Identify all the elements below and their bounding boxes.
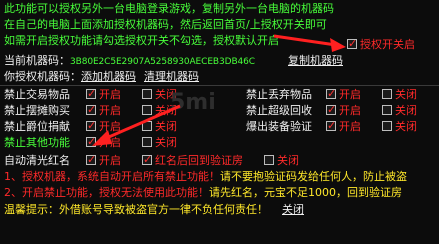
info-line-1: 此功能可以授权另外一台电脑登录游戏，复制另外一台电脑的机器码 <box>4 2 334 15</box>
option-recycle-off-label: 关闭 <box>395 104 417 117</box>
auto-clear-on-label: 开启 <box>99 154 121 167</box>
your-machine-row: 你授权机器码：添加机器码 清理机器码 <box>4 70 199 84</box>
option-recycle-off[interactable]: 关闭 <box>382 104 417 118</box>
option-recycle-on[interactable]: 开启 <box>326 103 361 118</box>
note-1-a: 1、授权机器，系统自动开启所有禁止功能！ <box>4 170 220 183</box>
option-recycle-off-checkbox[interactable] <box>382 105 392 115</box>
auto-clear-off[interactable]: 关闭 <box>264 154 299 168</box>
option-drop-on-checkbox[interactable] <box>326 119 336 133</box>
info-line-3: 如需开启授权功能请勾选授权开关不勾选，授权默认开启 <box>4 34 279 47</box>
note-2: 2、开启禁止功能，授权无法使用此功能！请先红名，元宝不足1000，回到验证房 <box>4 186 402 200</box>
option-drop-label: 爆出装备验证 <box>246 120 312 133</box>
auto-clear-off-checkbox[interactable] <box>264 155 274 165</box>
option-discard-on-checkbox[interactable] <box>326 87 336 101</box>
option-other-label: 禁止其他功能 <box>4 136 70 149</box>
divider <box>0 85 439 86</box>
option-drop-on[interactable]: 开启 <box>326 119 361 134</box>
option-trade-label: 禁止交易物品 <box>4 88 70 101</box>
option-donate-label: 禁止爵位捐献 <box>4 120 70 133</box>
add-machine-link[interactable]: 添加机器码 <box>81 70 136 83</box>
current-machine-label: 当前机器码： <box>4 54 70 67</box>
option-drop-off[interactable]: 关闭 <box>382 120 417 134</box>
current-machine-value: 3B80E2C5E2907A5258930AECEB3DB46C <box>70 57 255 67</box>
option-discard-off-checkbox[interactable] <box>382 89 392 99</box>
arrow-icon <box>92 104 181 146</box>
auth-switch[interactable]: 授权开关启 <box>347 37 415 52</box>
note-2-a: 2、开启禁止功能，授权无法使用此功能！ <box>4 186 209 199</box>
copy-machine-link[interactable]: 复制机器码 <box>288 54 343 68</box>
auto-clear-on-checkbox[interactable] <box>86 153 96 167</box>
option-discard-off-label: 关闭 <box>395 88 417 101</box>
option-drop-on-label: 开启 <box>339 120 361 133</box>
option-recycle-on-label: 开启 <box>339 104 361 117</box>
note-2-b: 请先红名，元宝不足1000，回到验证房 <box>209 186 402 199</box>
note-1-b: 请不要抱验证码发给任何人，防止被盗 <box>220 170 407 183</box>
clear-machine-link[interactable]: 清理机器码 <box>144 70 199 83</box>
auto-clear-label: 自动清光红名 <box>4 154 70 167</box>
arrow-icon <box>273 34 346 52</box>
redname-label: 红名后回到验证房 <box>155 154 243 167</box>
option-stall-label: 禁止摆摊购买 <box>4 104 70 117</box>
option-discard-off[interactable]: 关闭 <box>382 88 417 102</box>
your-machine-label: 你授权机器码： <box>4 70 81 83</box>
option-trade-on-checkbox[interactable] <box>86 87 96 101</box>
option-trade-off-checkbox[interactable] <box>142 89 152 99</box>
option-recycle-on-checkbox[interactable] <box>326 103 336 117</box>
redname-checkbox[interactable] <box>142 153 152 167</box>
auth-switch-label: 授权开关启 <box>360 38 415 51</box>
auto-clear-off-label: 关闭 <box>277 154 299 167</box>
auto-clear-on[interactable]: 开启 <box>86 153 121 168</box>
note-1: 1、授权机器，系统自动开启所有禁止功能！请不要抱验证码发给任何人，防止被盗 <box>4 170 407 184</box>
option-recycle-label: 禁止超级回收 <box>246 104 312 117</box>
redname-option[interactable]: 红名后回到验证房 <box>142 153 243 168</box>
close-link[interactable]: 关闭 <box>282 203 304 216</box>
current-machine-row: 当前机器码：3B80E2C5E2907A5258930AECEB3DB46C <box>4 54 255 69</box>
option-discard-on[interactable]: 开启 <box>326 87 361 102</box>
option-drop-off-label: 关闭 <box>395 120 417 133</box>
warning-text: 温馨提示：外借账号导致被盗官方一律不负任何责任！ <box>4 203 268 216</box>
option-discard-label: 禁止丢弃物品 <box>246 88 312 101</box>
warning-row: 温馨提示：外借账号导致被盗官方一律不负任何责任！ 关闭 <box>4 203 304 217</box>
option-discard-on-label: 开启 <box>339 88 361 101</box>
option-drop-off-checkbox[interactable] <box>382 121 392 131</box>
